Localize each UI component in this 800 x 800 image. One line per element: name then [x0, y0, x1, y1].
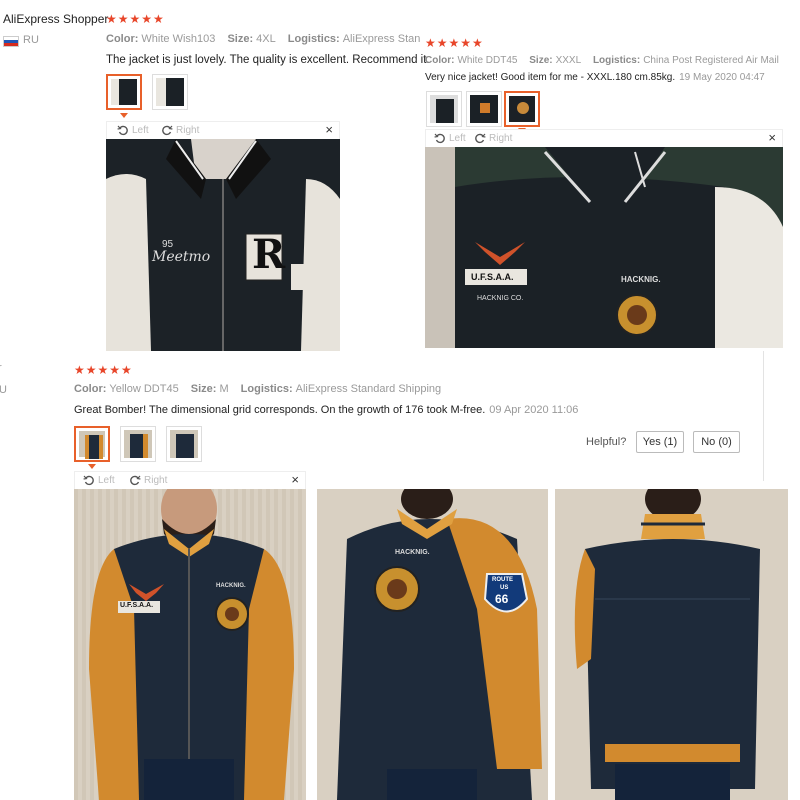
rotate-left-button[interactable]: Left: [434, 132, 466, 144]
size-label: Size:: [227, 33, 254, 45]
rotate-left-label: Left: [449, 132, 466, 144]
jacket-script-meetmo: Meetmo: [152, 249, 211, 265]
rotate-right-button[interactable]: Right: [161, 124, 199, 136]
color-label: Color:: [106, 33, 139, 45]
logistics-label: Logistics:: [592, 55, 641, 66]
rotate-right-icon: [475, 133, 486, 144]
rotate-left-button[interactable]: Left: [117, 124, 149, 136]
close-icon[interactable]: ×: [291, 472, 299, 487]
patch-route: ROUTE: [492, 577, 513, 583]
review2-stars: ★★★★★: [425, 36, 484, 50]
review1-photo: R 95 Meetmo: [106, 139, 340, 351]
helpful-label: Helpful?: [586, 436, 627, 448]
rotate-right-button[interactable]: Right: [474, 132, 512, 144]
rotate-left-icon: [434, 133, 445, 144]
rotate-right-label: Right: [489, 132, 513, 144]
edge-fragment: U: [0, 384, 7, 396]
review3-stars: ★★★★★: [74, 363, 133, 377]
rotate-left-button[interactable]: Left: [83, 474, 115, 486]
review3-thumb-3[interactable]: [166, 426, 202, 462]
rotate-right-label: Right: [176, 124, 200, 136]
patch-hacknig-co: HACKNIG CO.: [477, 295, 524, 302]
review3-thumb-2[interactable]: [120, 426, 156, 462]
review1-viewer-toolbar: Left Right ×: [106, 121, 340, 139]
edge-fragment: r: [0, 362, 2, 374]
active-thumb-caret: [120, 113, 128, 118]
review3-photo-2: HACKNIG. ROUTE US 66: [317, 489, 548, 800]
review2-thumb-1[interactable]: [426, 91, 462, 127]
review3-photo-1: U.F.S.A.A. HACKNIG.: [74, 489, 306, 800]
review3-date: 09 Apr 2020 11:06: [489, 404, 579, 416]
logistics-value: China Post Registered Air Mail: [643, 55, 779, 66]
color-label: Color:: [74, 383, 107, 395]
helpful-no-button[interactable]: No (0): [693, 431, 740, 453]
review1-thumb-2[interactable]: [152, 74, 188, 110]
reviewer-name: AliExpress Shopper: [3, 12, 109, 26]
review1-stars: ★★★★★: [106, 12, 165, 26]
review2-body: Very nice jacket! Good item for me - XXX…: [425, 72, 676, 83]
review3-thumb-1[interactable]: [74, 426, 110, 462]
size-label: Size:: [190, 383, 217, 395]
review1-text: The jacket is just lovely. The quality i…: [106, 54, 430, 66]
review2-thumb-2[interactable]: [466, 91, 502, 127]
review2-thumb-3[interactable]: [504, 91, 540, 127]
patch-hacknig: HACKNIG.: [395, 549, 430, 556]
review1-meta: Color: White Wish103 Size: 4XL Logistics: A…: [106, 33, 420, 45]
size-label: Size:: [529, 55, 553, 66]
reviewer-country: RU: [23, 34, 39, 46]
jacket-patch-r: R: [252, 231, 286, 278]
logistics-value: AliExpress Standard: [342, 33, 420, 45]
logistics-label: Logistics:: [287, 33, 340, 45]
review3-photo-3: [555, 489, 788, 800]
rotate-right-icon: [162, 125, 173, 136]
size-value: 4XL: [256, 33, 276, 45]
rotate-right-button[interactable]: Right: [129, 474, 167, 486]
rotate-right-icon: [130, 475, 141, 486]
patch-hacknig: HACKNIG.: [621, 275, 661, 284]
review3-divider: [763, 351, 764, 481]
review2-text: Very nice jacket! Good item for me - XXX…: [425, 72, 765, 83]
review3-meta: Color: Yellow DDT45 Size: M Logistics: AliE…: [74, 383, 450, 395]
rotate-left-label: Left: [132, 124, 149, 136]
review3-text: Great Bomber! The dimensional grid corre…: [74, 404, 578, 416]
helpful-yes-button[interactable]: Yes (1): [636, 431, 684, 453]
patch-66: 66: [495, 592, 509, 606]
review2-viewer-toolbar: Left Right ×: [425, 129, 783, 147]
review2-photo: U.F.S.A.A. HACKNIG CO. HACKNIG.: [425, 147, 783, 348]
russia-flag-icon: [3, 36, 19, 47]
patch-hacknig: HACKNIG.: [216, 583, 246, 589]
rotate-left-icon: [83, 475, 94, 486]
rotate-right-label: Right: [144, 474, 168, 486]
review1-thumb-1[interactable]: [106, 74, 142, 110]
rotate-left-label: Left: [98, 474, 115, 486]
patch-ufsaa: U.F.S.A.A.: [471, 272, 514, 282]
rotate-left-icon: [117, 125, 128, 136]
active-thumb-caret: [88, 464, 96, 469]
patch-us: US: [500, 585, 509, 591]
color-value: White DDT45: [457, 55, 518, 66]
review2-date: 19 May 2020 04:47: [679, 72, 765, 83]
close-icon[interactable]: ×: [325, 122, 333, 137]
review3-viewer-toolbar: Left Right ×: [74, 471, 306, 489]
logistics-label: Logistics:: [240, 383, 293, 395]
review2-meta: Color: White DDT45 Size: XXXL Logistics: Ch…: [425, 55, 788, 66]
size-value: M: [219, 383, 229, 395]
review3-body: Great Bomber! The dimensional grid corre…: [74, 404, 486, 416]
logistics-value: AliExpress Standard Shipping: [295, 383, 442, 395]
close-icon[interactable]: ×: [768, 130, 776, 145]
size-value: XXXL: [555, 55, 582, 66]
color-value: White Wish103: [141, 33, 216, 45]
color-label: Color:: [425, 55, 455, 66]
patch-ufsaa: U.F.S.A.A.: [120, 602, 154, 609]
color-value: Yellow DDT45: [109, 383, 179, 395]
